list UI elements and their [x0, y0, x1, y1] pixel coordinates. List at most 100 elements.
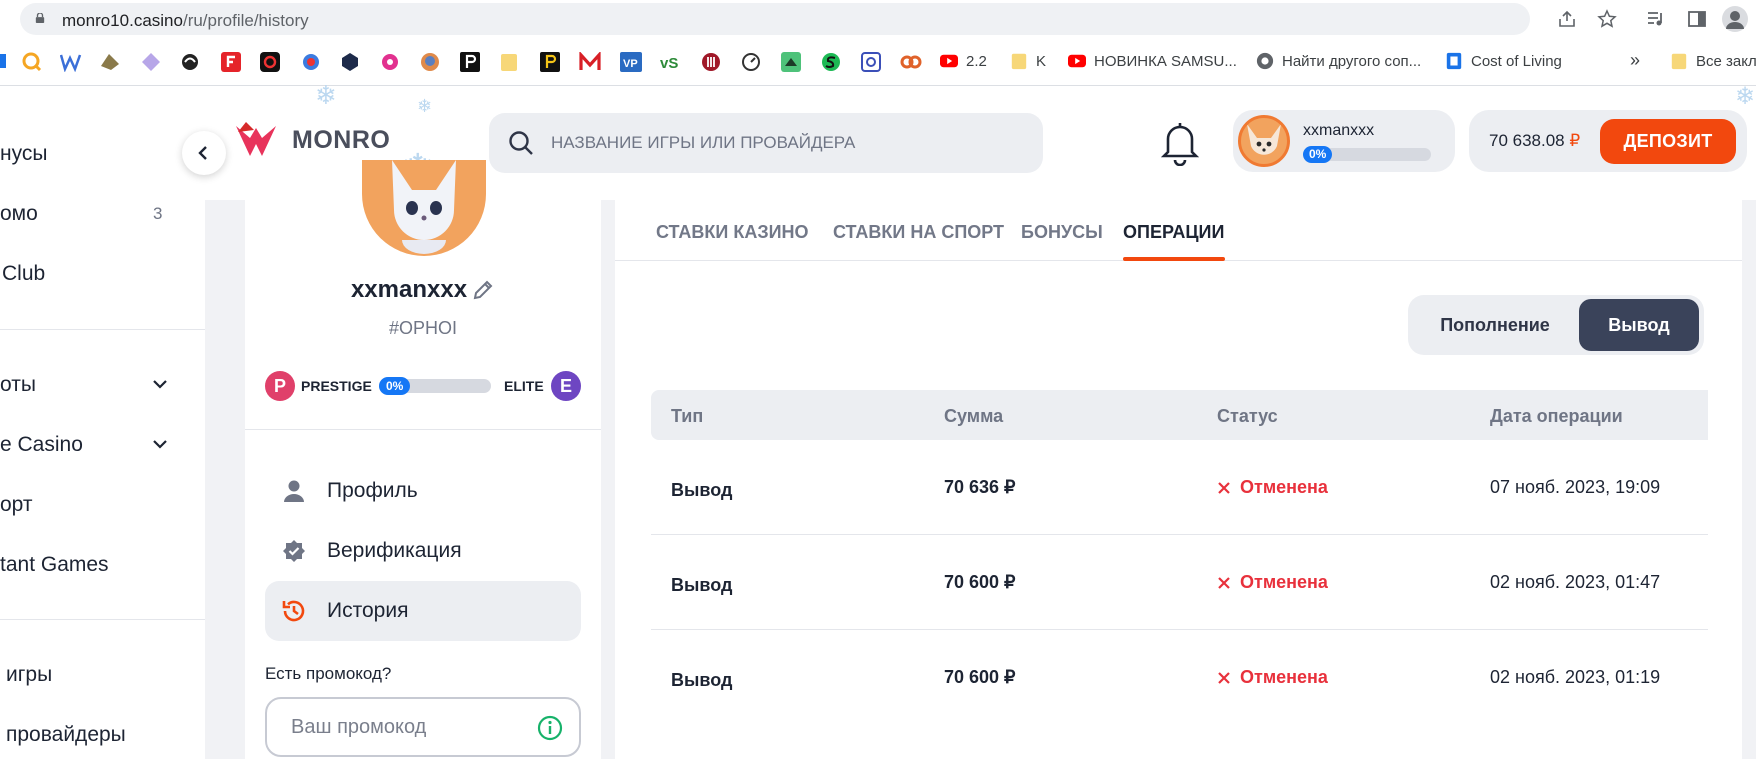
bookmark-item[interactable]: 2.2 [940, 52, 987, 70]
sidebar-item-live-casino[interactable]: e Casino [0, 433, 175, 457]
withdrawal-segment-button[interactable]: Вывод [1579, 299, 1699, 351]
bookmark-q-icon[interactable] [22, 52, 42, 72]
tab-sport-bets[interactable]: СТАВКИ НА СПОРТ [833, 222, 1004, 243]
bookmark-swirl-icon[interactable] [180, 52, 200, 72]
sidebar-divider [0, 329, 205, 330]
bookmarks-overflow-button[interactable]: » [1630, 50, 1640, 71]
collapse-sidebar-button[interactable] [182, 131, 226, 175]
sidebar-item-promo[interactable]: омо 3 [0, 202, 170, 226]
globe-icon [1256, 52, 1274, 70]
sidebar-item-instant-games[interactable]: tant Games [0, 553, 109, 577]
bookmark-p-icon[interactable] [460, 52, 480, 72]
sidebar-item-bonuses[interactable]: нусы [0, 142, 47, 166]
bookmark-game-icon[interactable] [99, 52, 121, 72]
youtube-icon [940, 54, 958, 68]
media-icon[interactable] [1645, 8, 1667, 30]
star-icon[interactable] [1596, 8, 1618, 30]
bookmark-folder-icon[interactable] [500, 52, 518, 72]
bookmark-f-icon[interactable] [221, 52, 241, 72]
bookmark-w-icon[interactable] [60, 52, 82, 72]
table-header: Тип Сумма Статус Дата операции [651, 390, 1708, 440]
chevron-left-icon [198, 146, 207, 160]
deposit-button[interactable]: ДЕПОЗИТ [1600, 119, 1736, 164]
cell-type: Вывод [671, 670, 733, 690]
bookmark-item[interactable]: НОВИНКА SAMSU... [1068, 52, 1237, 70]
tab-bonuses[interactable]: БОНУСЫ [1021, 222, 1103, 243]
bookmark-p2-icon[interactable] [540, 52, 560, 72]
level-progress-badge: 0% [1303, 146, 1333, 163]
bookmark-c-icon[interactable] [260, 52, 280, 72]
share-icon[interactable] [1556, 8, 1578, 30]
sidebar-item-sport[interactable]: орт [0, 493, 33, 517]
column-header-amount: Сумма [944, 406, 1004, 426]
bookmark-item[interactable]: Найти другого соп... [1256, 52, 1421, 70]
chevron-down-icon [153, 380, 167, 389]
level-progress-badge: 0% [379, 377, 411, 395]
card-divider [245, 429, 601, 430]
next-level-badge: E [551, 371, 581, 401]
bookmark-vp-icon[interactable]: VP [620, 52, 642, 72]
profile-avatar [362, 160, 486, 256]
folder-icon [1671, 53, 1687, 70]
bookmark-item[interactable]: K [1010, 52, 1046, 70]
promo-field[interactable] [265, 697, 581, 757]
sidebar-item-club[interactable]: Club [2, 262, 45, 286]
bookmark-shield-icon[interactable] [861, 52, 881, 72]
user-menu[interactable]: xxmanxxx 0% [1233, 110, 1455, 172]
promo-input[interactable] [291, 713, 521, 741]
snowflake-decoration: ❄ [417, 96, 433, 116]
next-level-label: ELITE [504, 378, 544, 394]
menu-item-profile[interactable]: Профиль [265, 461, 581, 521]
bookmark-vs-icon[interactable]: vS [660, 52, 682, 72]
cell-type: Вывод [671, 575, 733, 595]
bookmark-m-icon[interactable] [579, 52, 601, 72]
bookmark-s-icon[interactable] [821, 52, 841, 72]
history-tabs: СТАВКИ КАЗИНО СТАВКИ НА СПОРТ БОНУСЫ ОПЕ… [615, 200, 1742, 261]
active-tab-indicator [1123, 257, 1225, 261]
column-header-type: Тип [671, 406, 704, 426]
cell-amount: 70 636 ₽ [944, 477, 1016, 497]
edit-pencil-icon[interactable] [471, 278, 495, 302]
profile-avatar-icon[interactable] [1722, 6, 1748, 32]
cell-date: 02 нояб. 2023, 01:19 [1490, 667, 1661, 687]
menu-item-history[interactable]: История [265, 581, 581, 641]
sidebar-item-providers[interactable]: провайдеры [6, 723, 126, 747]
logo-text: MONRO [292, 125, 391, 154]
deposit-segment-button[interactable]: Пополнение [1412, 299, 1578, 351]
cell-date: 07 нояб. 2023, 19:09 [1490, 477, 1661, 497]
sidebar-item-games[interactable]: игры [6, 663, 52, 687]
url-field[interactable]: monro10.casino/ru/profile/history [20, 3, 1530, 35]
tab-casino-bets[interactable]: СТАВКИ КАЗИНО [656, 222, 809, 243]
cell-date: 02 нояб. 2023, 01:47 [1490, 572, 1661, 592]
notifications-bell-icon[interactable] [1158, 118, 1202, 171]
search-input[interactable] [551, 129, 1011, 157]
operation-type-toggle: Пополнение Вывод [1408, 295, 1704, 355]
bookmark-dots-icon[interactable] [301, 52, 321, 72]
monro-logo[interactable]: MONRO [232, 116, 390, 164]
bookmark-cat-icon[interactable] [781, 52, 801, 72]
bookmark-item[interactable]: Все закл [1670, 52, 1756, 70]
cell-status: Отменена [1217, 572, 1328, 593]
bookmark-face-icon[interactable] [420, 52, 440, 72]
bookmark-hex-icon[interactable] [340, 52, 360, 72]
browser-address-bar: monro10.casino/ru/profile/history [0, 0, 1756, 38]
url-text: monro10.casino/ru/profile/history [62, 11, 309, 30]
game-search[interactable] [489, 113, 1043, 173]
bookmark-lines-icon[interactable] [701, 52, 721, 72]
bookmark-link-icon[interactable] [900, 52, 922, 72]
info-icon[interactable] [537, 715, 563, 741]
tab-operations[interactable]: ОПЕРАЦИИ [1123, 222, 1224, 243]
side-panel-icon[interactable] [1686, 8, 1708, 30]
bookmark-icon[interactable] [0, 52, 8, 70]
menu-item-verification[interactable]: Верификация [265, 521, 581, 581]
bookmark-crystal-icon[interactable] [140, 52, 162, 72]
search-icon [509, 131, 533, 155]
svg-text:vS: vS [660, 55, 678, 72]
table-row: Вывод 70 636 ₽ Отменена 07 нояб. 2023, 1… [651, 440, 1708, 535]
bookmark-item[interactable]: Cost of Living [1445, 52, 1562, 70]
bookmark-clock-icon[interactable] [741, 52, 761, 72]
bookmark-flower-icon[interactable] [380, 52, 400, 72]
balance-amount: 70 638.08 ₽ [1489, 131, 1581, 150]
snowflake-decoration: ❄ [1735, 83, 1756, 110]
sidebar-item-slots[interactable]: оты [0, 373, 175, 397]
